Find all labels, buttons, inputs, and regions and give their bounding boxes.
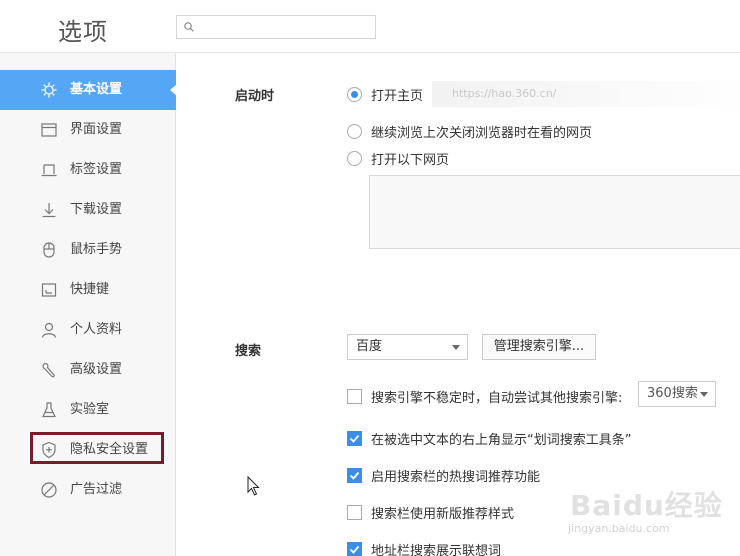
checkbox-new-style[interactable] xyxy=(347,505,362,520)
mouse-cursor-icon xyxy=(247,476,260,496)
new-style-label: 搜索栏使用新版推荐样式 xyxy=(371,507,515,522)
sidebar-item-label: 广告过滤 xyxy=(70,482,123,497)
search-icon xyxy=(184,22,194,32)
radio-pages[interactable] xyxy=(347,151,362,166)
sidebar-item-shortcuts[interactable]: 快捷键 xyxy=(0,270,176,310)
sidebar-item-lab[interactable]: 实验室 xyxy=(0,390,176,430)
fallback-engine-option[interactable]: 搜索引擎不稳定时，自动尝试其他搜索引擎: xyxy=(347,387,622,406)
search-engine-value: 百度 xyxy=(356,339,383,354)
check-icon xyxy=(349,434,360,443)
word-tool-label: 在被选中文本的右上角显示“划词搜索工具条” xyxy=(371,433,632,448)
startup-pages-list[interactable] xyxy=(369,175,740,249)
sidebar-item-label: 基本设置 xyxy=(70,82,123,97)
sidebar-item-interface[interactable]: 界面设置 xyxy=(0,110,176,150)
radio-home[interactable] xyxy=(347,87,362,102)
shield-icon xyxy=(42,441,56,459)
startup-continue-label: 继续浏览上次关闭浏览器时在看的网页 xyxy=(371,126,593,141)
fallback-engine-value: 360搜索 xyxy=(647,386,698,401)
hot-words-option[interactable]: 启用搜索栏的热搜词推荐功能 xyxy=(347,466,540,485)
tab-icon xyxy=(41,164,57,177)
new-style-option[interactable]: 搜索栏使用新版推荐样式 xyxy=(347,503,514,522)
fallback-engine-select[interactable]: 360搜索 xyxy=(638,381,716,407)
mouse-icon xyxy=(43,242,55,258)
sidebar-item-label: 标签设置 xyxy=(70,162,123,177)
sidebar-item-profile[interactable]: 个人资料 xyxy=(0,310,176,350)
sidebar-item-label: 高级设置 xyxy=(70,362,123,377)
sidebar-item-label: 隐私安全设置 xyxy=(70,442,149,457)
wrench-icon xyxy=(42,362,55,378)
sidebar-item-label: 快捷键 xyxy=(70,282,110,297)
startup-home-label: 打开主页 xyxy=(371,89,424,104)
sidebar-item-mouse[interactable]: 鼠标手势 xyxy=(0,230,176,270)
download-icon xyxy=(42,203,56,218)
watermark-text: Baidu经验 xyxy=(570,489,723,522)
checkbox-hot-words[interactable] xyxy=(347,468,362,483)
check-icon xyxy=(349,545,360,554)
user-icon xyxy=(41,322,57,338)
chevron-down-icon xyxy=(452,345,460,350)
search-label: 搜索 xyxy=(235,344,262,359)
startup-pages-option[interactable]: 打开以下网页 xyxy=(347,149,449,168)
sidebar-item-adblock[interactable]: 广告过滤 xyxy=(0,470,176,510)
checkbox-address-suggest[interactable] xyxy=(347,542,362,556)
address-suggest-label: 地址栏搜索展示联想词 xyxy=(371,544,502,556)
checkbox-fallback[interactable] xyxy=(347,389,362,404)
keyboard-icon xyxy=(41,283,57,297)
word-tool-option[interactable]: 在被选中文本的右上角显示“划词搜索工具条” xyxy=(347,429,631,448)
sidebar-item-advanced[interactable]: 高级设置 xyxy=(0,350,176,390)
sidebar: 基本设置 界面设置 标签设置 下载设置 鼠标手势 快捷键 个人资料 高级设置 实… xyxy=(0,53,177,556)
fallback-label: 搜索引擎不稳定时，自动尝试其他搜索引擎: xyxy=(371,391,623,406)
sidebar-item-label: 实验室 xyxy=(70,402,110,417)
search-input[interactable] xyxy=(176,15,376,39)
search-engine-select[interactable]: 百度 xyxy=(347,334,468,360)
address-suggest-option[interactable]: 地址栏搜索展示联想词 xyxy=(347,540,501,556)
startup-continue-option[interactable]: 继续浏览上次关闭浏览器时在看的网页 xyxy=(347,122,592,141)
startup-pages-label: 打开以下网页 xyxy=(371,153,450,168)
startup-label: 启动时 xyxy=(235,89,275,104)
flask-icon xyxy=(42,402,56,418)
header: 选项 xyxy=(0,0,740,53)
sidebar-item-label: 下载设置 xyxy=(70,202,123,217)
hot-words-label: 启用搜索栏的热搜词推荐功能 xyxy=(371,470,541,485)
sidebar-item-tabs[interactable]: 标签设置 xyxy=(0,150,176,190)
baidu-watermark: Baidu经验 jingyan.baidu.com xyxy=(566,478,740,556)
gear-icon xyxy=(41,82,57,98)
radio-continue[interactable] xyxy=(347,124,362,139)
home-url-field[interactable]: https://hao.360.cn/ xyxy=(432,81,740,107)
sidebar-item-label: 个人资料 xyxy=(70,322,123,337)
window-icon xyxy=(41,123,57,137)
sidebar-item-basic[interactable]: 基本设置 xyxy=(0,70,177,110)
checkbox-word-tool[interactable] xyxy=(347,431,362,446)
manage-engines-button[interactable]: 管理搜索引擎... xyxy=(482,334,596,360)
sidebar-item-download[interactable]: 下载设置 xyxy=(0,190,176,230)
page-title: 选项 xyxy=(58,18,108,46)
check-icon xyxy=(349,471,360,480)
watermark-sub: jingyan.baidu.com xyxy=(568,522,670,535)
sidebar-item-privacy[interactable]: 隐私安全设置 xyxy=(0,430,176,470)
sidebar-item-label: 界面设置 xyxy=(70,122,123,137)
sidebar-item-label: 鼠标手势 xyxy=(70,242,123,257)
block-icon xyxy=(41,482,57,498)
startup-home-option[interactable]: 打开主页 xyxy=(347,85,423,104)
chevron-down-icon xyxy=(700,392,708,397)
